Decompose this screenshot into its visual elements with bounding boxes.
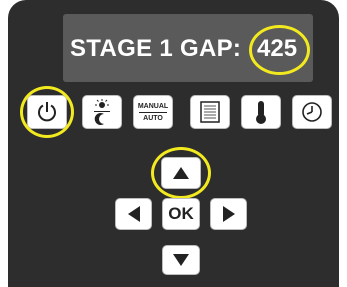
thermometer-icon [254, 99, 268, 125]
sun-moon-icon [88, 98, 116, 126]
clock-button[interactable] [292, 95, 332, 129]
manual-label: MANUAL [137, 102, 169, 110]
up-highlight [151, 147, 211, 199]
auto-label: AUTO [143, 114, 163, 122]
manual-auto-button[interactable]: MANUAL AUTO [133, 95, 173, 129]
manual-auto-divider [139, 111, 167, 113]
ok-button[interactable]: OK [162, 198, 200, 230]
down-button[interactable] [162, 245, 200, 275]
day-night-button[interactable] [82, 95, 122, 129]
display-label: STAGE 1 GAP: [70, 35, 242, 62]
left-button[interactable] [115, 198, 152, 230]
arrow-right-icon [222, 205, 236, 223]
right-button[interactable] [210, 198, 247, 230]
arrow-left-icon [127, 205, 141, 223]
arrow-down-icon [172, 253, 190, 267]
document-icon [199, 100, 221, 124]
power-highlight [20, 86, 74, 138]
temperature-button[interactable] [241, 95, 281, 129]
ok-label: OK [168, 204, 194, 223]
value-highlight [249, 25, 310, 75]
clock-icon [300, 100, 324, 124]
menu-button[interactable] [190, 95, 230, 129]
